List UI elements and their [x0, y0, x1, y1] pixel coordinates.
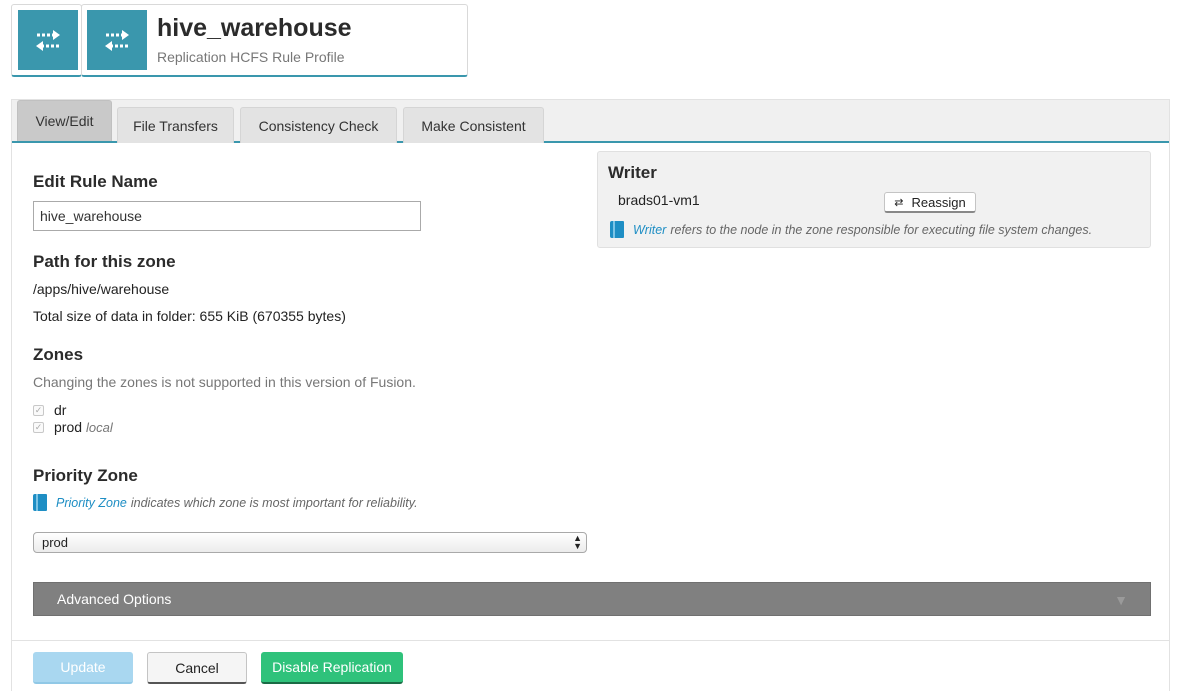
rule-name-input[interactable]	[33, 201, 421, 231]
replication-arrows-icon	[18, 10, 78, 70]
edit-rule-name-heading: Edit Rule Name	[33, 172, 158, 191]
path-value: /apps/hive/warehouse	[33, 281, 170, 297]
header-icon-tile	[11, 4, 82, 77]
page-title: hive_warehouse	[157, 14, 352, 42]
zone-row-dr: ✓ dr	[33, 402, 66, 418]
priority-zone-info-text: indicates which zone is most important f…	[130, 495, 418, 510]
chevron-down-icon: ▼	[1114, 592, 1128, 608]
disable-replication-button[interactable]: Disable Replication	[261, 652, 403, 684]
zone-local-tag: local	[86, 419, 113, 435]
tab-consistency-check[interactable]: Consistency Check	[240, 107, 397, 143]
writer-info-text: refers to the node in the zone responsib…	[670, 222, 1093, 237]
writer-heading: Writer	[608, 163, 657, 182]
advanced-options-toggle[interactable]: Advanced Options ▼	[33, 582, 1151, 616]
tab-view-edit[interactable]: View/Edit	[17, 100, 112, 141]
page-subtitle: Replication HCFS Rule Profile	[157, 49, 345, 65]
rule-header-card: hive_warehouse Replication HCFS Rule Pro…	[81, 4, 468, 77]
select-arrows-icon: ▲ ▼	[573, 533, 582, 551]
zone-checkbox-prod: ✓	[33, 421, 44, 433]
zone-label-dr: dr	[54, 402, 67, 418]
path-heading: Path for this zone	[33, 252, 176, 271]
zone-row-prod: ✓ prod local	[33, 419, 113, 435]
writer-info: Writer refers to the node in the zone re…	[610, 221, 1092, 238]
tab-file-transfers[interactable]: File Transfers	[117, 107, 234, 143]
zones-heading: Zones	[33, 345, 84, 364]
tab-make-consistent[interactable]: Make Consistent	[403, 107, 544, 143]
book-icon	[610, 221, 624, 238]
reassign-button[interactable]: ⇄ Reassign	[884, 192, 976, 213]
reassign-label: Reassign	[911, 194, 966, 210]
rule-profile-panel: View/Edit File Transfers Consistency Che…	[11, 99, 1170, 691]
zone-checkbox-dr: ✓	[33, 404, 44, 416]
priority-zone-help-link[interactable]: Priority Zone	[56, 496, 127, 510]
writer-box: Writer brads01-vm1 ⇄ Reassign Writer ref…	[597, 151, 1151, 248]
form-footer: Update Cancel Disable Replication	[12, 640, 1169, 691]
book-icon	[33, 494, 47, 511]
folder-size-text: Total size of data in folder: 655 KiB (6…	[33, 308, 346, 324]
writer-node: brads01-vm1	[618, 192, 700, 208]
writer-help-link[interactable]: Writer	[633, 223, 666, 237]
priority-zone-heading: Priority Zone	[33, 466, 138, 485]
zones-note: Changing the zones is not supported in t…	[33, 374, 416, 390]
replication-arrows-icon	[87, 10, 147, 70]
cancel-button[interactable]: Cancel	[147, 652, 247, 684]
priority-zone-info: Priority Zone indicates which zone is mo…	[33, 494, 418, 511]
advanced-options-label: Advanced Options	[57, 591, 172, 607]
swap-arrows-icon: ⇄	[894, 196, 904, 209]
priority-zone-select[interactable]: prod ▲ ▼	[33, 532, 587, 553]
tab-bar: View/Edit File Transfers Consistency Che…	[12, 100, 1169, 143]
zone-label-prod: prod	[54, 419, 83, 435]
priority-zone-selected-value: prod	[42, 535, 69, 550]
update-button[interactable]: Update	[33, 652, 133, 684]
